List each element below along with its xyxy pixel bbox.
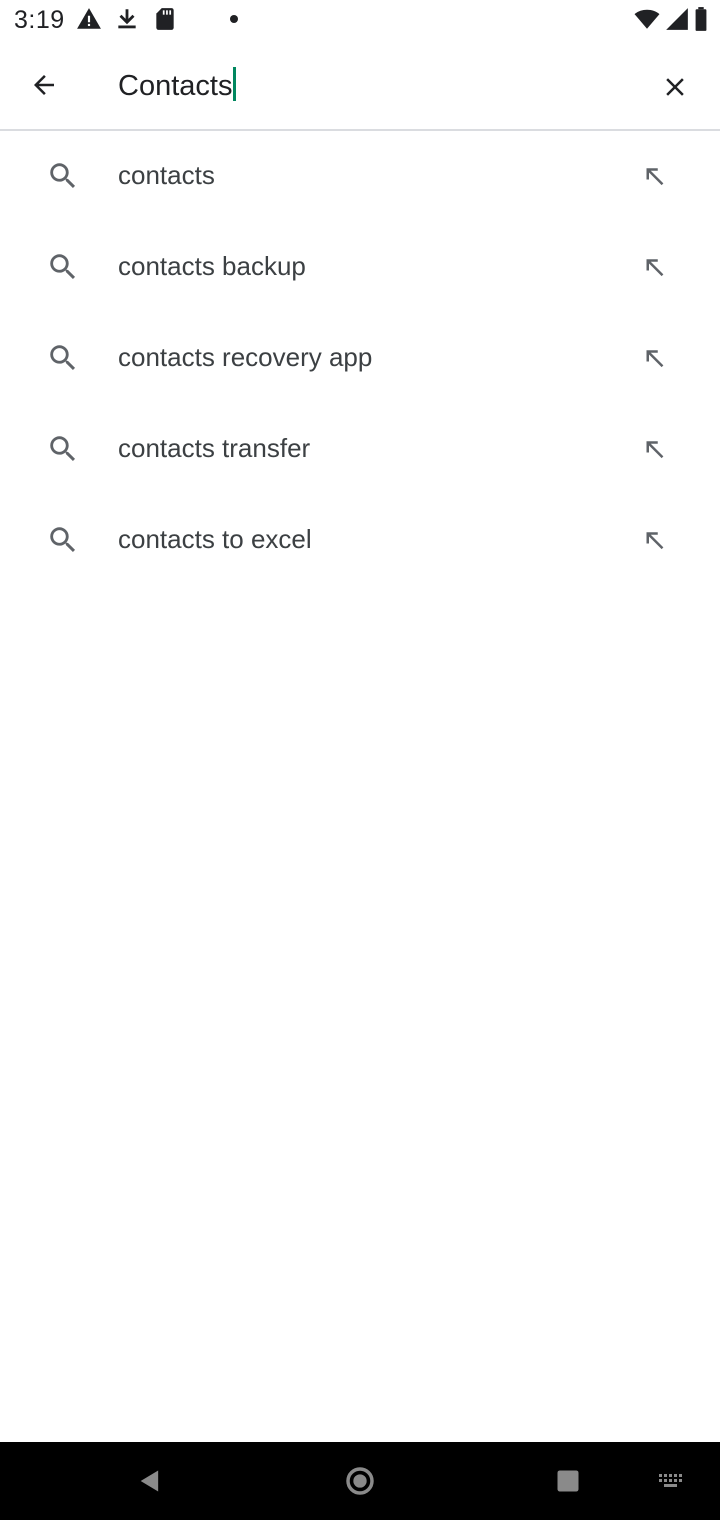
battery-icon [695, 7, 707, 31]
arrow-up-left-icon [646, 441, 664, 459]
signal-icon [666, 8, 688, 30]
close-icon [666, 78, 684, 96]
search-icon [50, 163, 76, 189]
notification-dot-icon [230, 15, 238, 23]
search-icon [50, 345, 76, 371]
keyboard-switch-button[interactable] [642, 1456, 702, 1506]
search-query-text: Contacts [118, 70, 233, 102]
status-time: 3:19 [14, 6, 65, 34]
nav-back-button[interactable] [120, 1456, 180, 1506]
system-nav-bar [0, 1442, 720, 1520]
suggestion-list: contacts contacts backup contacts recove… [0, 131, 720, 586]
nav-recents-button[interactable] [538, 1456, 598, 1506]
suggestion-label: contacts recovery app [118, 342, 373, 372]
search-icon [50, 254, 76, 280]
fill-query-button[interactable] [630, 335, 678, 383]
sd-card-icon [156, 8, 174, 30]
arrow-up-left-icon [646, 350, 664, 368]
wifi-icon [634, 9, 660, 29]
fill-query-button[interactable] [630, 153, 678, 201]
nav-home-icon [346, 1467, 374, 1495]
alert-icon [77, 8, 101, 29]
fill-query-button[interactable] [630, 517, 678, 565]
text-cursor [233, 67, 237, 101]
suggestion-item[interactable]: contacts transfer [0, 404, 720, 495]
nav-home-button[interactable] [330, 1456, 390, 1506]
suggestion-label: contacts transfer [118, 433, 311, 463]
suggestion-item[interactable]: contacts recovery app [0, 313, 720, 404]
suggestion-label: contacts backup [118, 251, 306, 281]
suggestion-item[interactable]: contacts backup [0, 222, 720, 313]
fill-query-button[interactable] [630, 426, 678, 474]
arrow-back-icon [34, 75, 54, 95]
search-input[interactable]: Contacts [118, 67, 237, 103]
suggestion-label: contacts to excel [118, 524, 312, 554]
suggestion-label: contacts [118, 160, 215, 190]
search-icon [50, 527, 76, 553]
nav-back-icon [140, 1470, 159, 1492]
arrow-up-left-icon [646, 259, 664, 277]
status-bar: 3:19 [0, 0, 720, 40]
arrow-up-left-icon [646, 532, 664, 550]
arrow-up-left-icon [646, 168, 664, 186]
search-icon [50, 436, 76, 462]
back-button[interactable] [16, 60, 72, 110]
clear-search-button[interactable] [650, 62, 700, 112]
nav-recents-icon [557, 1470, 579, 1492]
suggestion-item[interactable]: contacts to excel [0, 495, 720, 586]
download-icon [118, 9, 136, 29]
keyboard-icon [659, 1474, 682, 1487]
suggestion-item[interactable]: contacts [0, 131, 720, 222]
search-header: Contacts [0, 40, 720, 130]
fill-query-button[interactable] [630, 244, 678, 292]
